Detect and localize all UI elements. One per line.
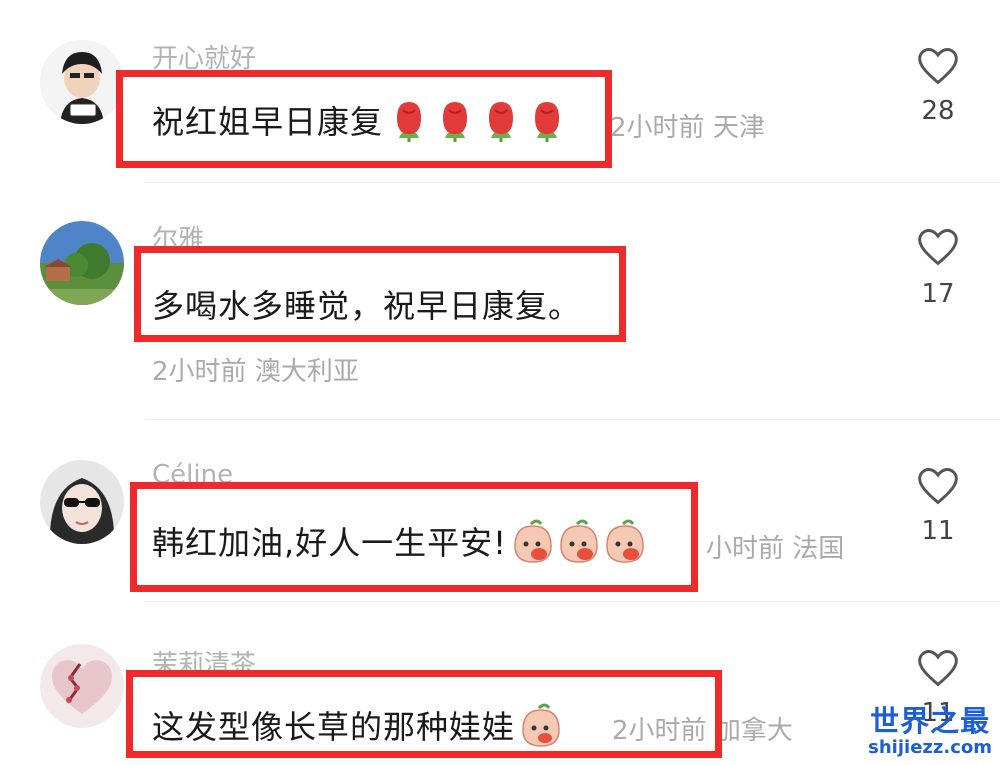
watermark-url: shijiezz.com [868,737,992,758]
highlight-box [134,246,626,342]
avatar[interactable] [40,40,124,124]
comment-time: 2小时前 [610,113,705,143]
watermark-logo: 世界之最 shijiezz.com [868,705,992,759]
heart-outline-icon[interactable] [916,646,960,690]
heart-outline-icon[interactable] [916,44,960,88]
highlight-box [116,70,612,168]
like-count: 17 [921,279,955,309]
comment-meta: 小时前 法国 [706,528,844,565]
avatar[interactable] [40,460,124,544]
comment-meta: 2小时前 天津 [610,107,765,144]
like-count: 28 [921,96,955,126]
like-count: 11 [921,516,955,546]
highlight-box [130,482,698,592]
heart-outline-icon[interactable] [916,464,960,508]
comment-location: 天津 [712,113,765,143]
watermark-title: 世界之最 [870,704,991,738]
comment-location: 澳大利亚 [254,357,359,387]
heart-outline-icon[interactable] [916,225,960,269]
comment-item: 尔雅 多喝水多睡觉，祝早日康复。 2小时前 澳大利亚 17 [0,183,1000,418]
comment-meta: 2小时前 澳大利亚 [152,351,359,388]
comment-time: 小时前 [706,534,785,564]
comment-location: 法国 [792,534,845,564]
comment-time: 2小时前 [152,357,247,387]
comment-item: 茉莉清茶 这发型像长草的那种娃娃 2小时前 加拿大 11 [0,602,1000,765]
avatar[interactable] [40,644,124,728]
avatar[interactable] [40,221,124,305]
comment-item: Céline 韩红加油,好人一生平安! 小时前 法国 11 [0,420,1000,600]
comment-item: 开心就好 祝红姐早日康复 2小时前 天津 28 [0,0,1000,180]
highlight-box [126,670,722,758]
comment-location: 加拿大 [714,716,793,746]
